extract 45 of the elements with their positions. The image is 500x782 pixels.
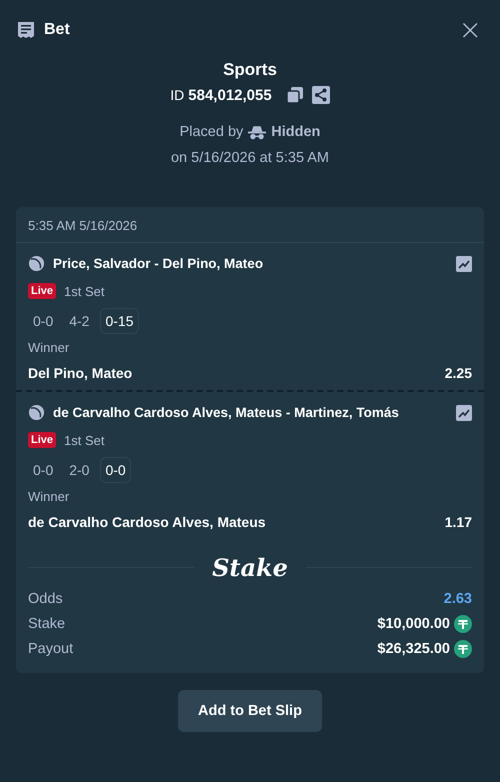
selection-name: Del Pino, Mateo	[28, 365, 132, 381]
add-to-bet-slip-button[interactable]: Add to Bet Slip	[178, 690, 322, 732]
bet-category: Sports	[223, 60, 277, 80]
live-badge: Live	[28, 283, 56, 299]
placed-by-label: Placed by	[180, 124, 244, 140]
bet-timestamp: 5:35 AM 5/16/2026	[16, 207, 484, 243]
match-name[interactable]: Price, Salvador - Del Pino, Mateo	[53, 256, 448, 271]
score: 0-0	[100, 457, 131, 483]
stats-chart-icon[interactable]	[456, 256, 472, 272]
placed-by-user: Hidden	[271, 124, 320, 140]
score: 0-0	[32, 312, 54, 331]
match-period: 1st Set	[64, 284, 104, 298]
close-button[interactable]: ×	[456, 18, 484, 42]
selection-odds: 1.17	[444, 514, 472, 530]
match-period: 1st Set	[64, 432, 104, 448]
score: 0-0	[32, 461, 54, 480]
copy-icon[interactable]	[286, 86, 304, 104]
total-label: Odds	[28, 590, 63, 606]
selection-odds: 2.25	[444, 365, 472, 381]
score: 0-15	[100, 308, 138, 334]
score: 2-0	[68, 461, 90, 480]
total-label: Payout	[28, 640, 74, 656]
tennis-ball-icon	[28, 255, 45, 272]
receipt-icon	[17, 21, 35, 39]
score: 4-2	[68, 312, 90, 331]
match-name[interactable]: de Carvalho Cardoso Alves, Mateus - Martinez, Tomás	[53, 405, 448, 420]
market-name: Winner	[28, 489, 70, 504]
share-icon[interactable]	[312, 86, 330, 104]
selection-name: de Carvalho Cardoso Alves, Mateus	[28, 514, 266, 530]
panel-title: Bet	[44, 21, 71, 39]
total-value: 2.63	[444, 590, 472, 606]
placed-date: on 5/16/2026 at 5:35 AM	[170, 150, 329, 166]
live-badge: Live	[28, 432, 56, 448]
currency-icon	[454, 640, 472, 658]
bet-id: 584,012,055	[188, 86, 272, 104]
bet-id-label: ID	[170, 87, 184, 103]
tennis-ball-icon	[28, 404, 45, 421]
brand-logo: Stake	[212, 553, 288, 582]
total-value: $26,325.00	[377, 640, 450, 656]
total-value: $10,000.00	[377, 616, 450, 632]
total-label: Stake	[28, 616, 66, 632]
currency-icon	[454, 614, 472, 632]
stats-chart-icon[interactable]	[456, 404, 472, 420]
market-name: Winner	[28, 340, 70, 355]
incognito-icon	[248, 124, 266, 140]
